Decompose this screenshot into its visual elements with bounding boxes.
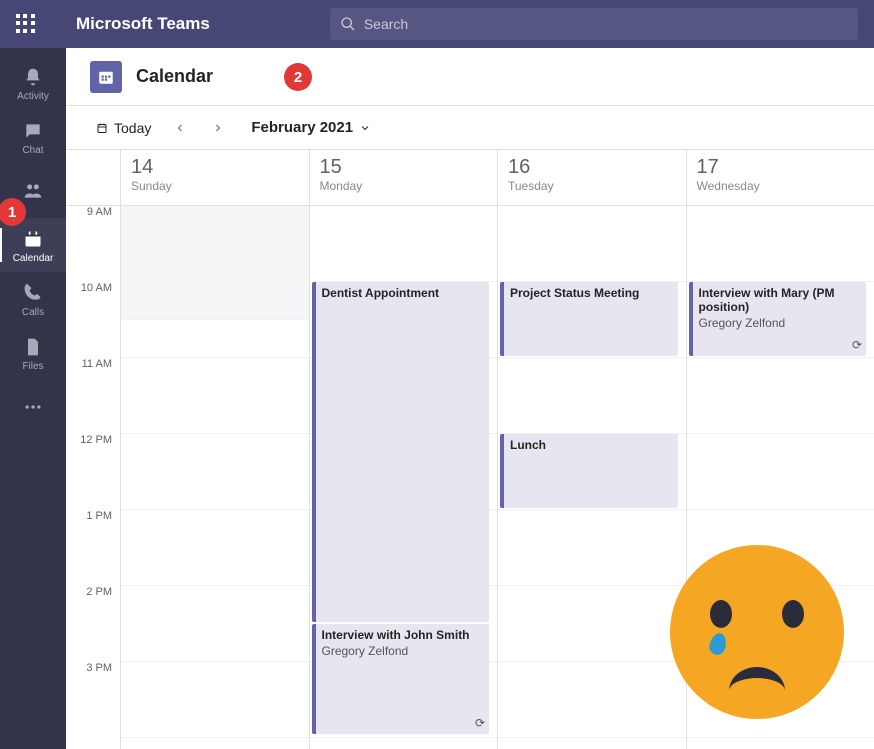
hour-label: 12 PM <box>66 434 120 510</box>
day-number: 15 <box>320 156 488 179</box>
time-column: 9 AM 10 AM 11 AM 12 PM 1 PM 2 PM 3 PM <box>66 206 120 749</box>
today-button[interactable]: Today <box>90 116 157 140</box>
event-lunch[interactable]: Lunch <box>500 434 678 508</box>
sad-emoji-overlay <box>670 545 844 719</box>
event-dentist[interactable]: Dentist Appointment <box>312 282 490 622</box>
rail-label: Calls <box>22 307 44 318</box>
rail-label: Activity <box>17 91 49 102</box>
rail-more[interactable] <box>0 380 66 434</box>
recurring-icon: ⟳ <box>475 716 485 730</box>
next-week-button[interactable] <box>203 113 233 143</box>
day-name: Wednesday <box>697 179 865 193</box>
app-launcher-icon[interactable] <box>16 14 36 34</box>
event-title: Project Status Meeting <box>510 286 672 300</box>
rail-label: Files <box>22 361 43 372</box>
hour-label: 1 PM <box>66 510 120 586</box>
search-icon <box>340 16 356 32</box>
recurring-icon: ⟳ <box>852 338 862 352</box>
event-title: Interview with John Smith <box>322 628 484 642</box>
calendar-today-icon <box>96 122 108 134</box>
hour-label: 2 PM <box>66 586 120 662</box>
search-input[interactable]: Search <box>330 8 858 40</box>
calendar-app-icon <box>90 61 122 93</box>
rail-calls[interactable]: Calls <box>0 272 66 326</box>
chevron-down-icon <box>359 122 371 134</box>
event-title: Interview with Mary (PM position) <box>699 286 861 314</box>
page-title: Calendar <box>136 66 213 87</box>
day-header-tue[interactable]: 16 Tuesday <box>497 150 686 205</box>
event-status-meeting[interactable]: Project Status Meeting <box>500 282 678 356</box>
chevron-right-icon <box>212 122 224 134</box>
day-header-sun[interactable]: 14 Sunday <box>120 150 309 205</box>
page-header: Calendar 2 <box>66 48 874 106</box>
brand-title: Microsoft Teams <box>76 14 210 34</box>
day-column-tue[interactable]: Project Status Meeting Lunch <box>497 206 686 749</box>
month-label: February 2021 <box>251 119 353 136</box>
prev-week-button[interactable] <box>165 113 195 143</box>
hour-label: 11 AM <box>66 358 120 434</box>
hour-label: 9 AM <box>66 206 120 282</box>
day-name: Monday <box>320 179 488 193</box>
month-picker[interactable]: February 2021 <box>251 119 371 136</box>
teams-icon <box>21 179 45 203</box>
rail-activity[interactable]: Activity <box>0 56 66 110</box>
rail-label: Chat <box>22 145 43 156</box>
day-headers: 14 Sunday 15 Monday 16 Tuesday 17 Wednes… <box>66 150 874 206</box>
top-bar: Microsoft Teams Search <box>0 0 874 48</box>
rail-teams[interactable]: 1 <box>0 164 66 218</box>
rail-calendar[interactable]: Calendar <box>0 218 66 272</box>
calendar-icon <box>21 227 45 251</box>
day-header-wed[interactable]: 17 Wednesday <box>686 150 874 205</box>
day-column-mon[interactable]: Dentist Appointment Interview with John … <box>309 206 498 749</box>
day-name: Tuesday <box>508 179 676 193</box>
event-subtitle: Gregory Zelfond <box>322 644 484 658</box>
event-title: Lunch <box>510 438 672 452</box>
main-content: Calendar 2 Today February 2021 14 <box>66 48 874 749</box>
chevron-left-icon <box>174 122 186 134</box>
day-column-sun[interactable] <box>120 206 309 749</box>
hour-label: 3 PM <box>66 662 120 738</box>
chat-icon <box>21 119 45 143</box>
rail-chat[interactable]: Chat <box>0 110 66 164</box>
ellipsis-icon <box>21 395 45 419</box>
rail-label: Calendar <box>13 253 54 264</box>
event-interview-mary[interactable]: Interview with Mary (PM position) Gregor… <box>689 282 867 356</box>
bell-icon <box>21 65 45 89</box>
calendar-toolbar: Today February 2021 <box>66 106 874 150</box>
day-name: Sunday <box>131 179 299 193</box>
calendar-grid: 9 AM 10 AM 11 AM 12 PM 1 PM 2 PM 3 PM De… <box>66 206 874 749</box>
day-number: 14 <box>131 156 299 179</box>
event-title: Dentist Appointment <box>322 286 484 300</box>
today-label: Today <box>114 120 151 136</box>
app-rail: Activity Chat 1 Calendar Calls Files <box>0 48 66 749</box>
file-icon <box>21 335 45 359</box>
event-subtitle: Gregory Zelfond <box>699 316 861 330</box>
day-number: 17 <box>697 156 865 179</box>
event-interview-john[interactable]: Interview with John Smith Gregory Zelfon… <box>312 624 490 734</box>
search-placeholder: Search <box>364 16 408 32</box>
day-header-mon[interactable]: 15 Monday <box>309 150 498 205</box>
annotation-badge-2: 2 <box>284 63 312 91</box>
phone-icon <box>21 281 45 305</box>
rail-files[interactable]: Files <box>0 326 66 380</box>
day-number: 16 <box>508 156 676 179</box>
hour-label: 10 AM <box>66 282 120 358</box>
